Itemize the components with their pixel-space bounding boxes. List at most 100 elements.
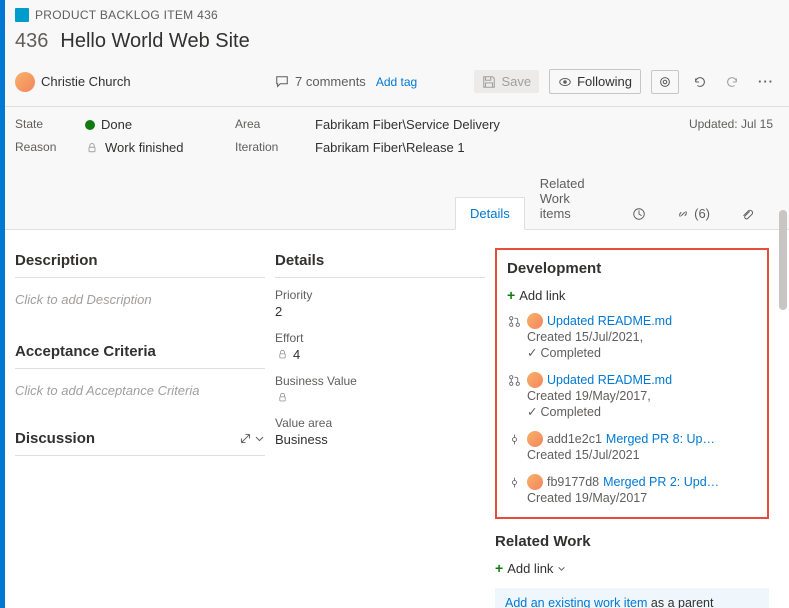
save-button: Save (474, 70, 539, 93)
work-item-type-label: PRODUCT BACKLOG ITEM 436 (35, 8, 218, 22)
expand-icon[interactable] (239, 432, 252, 445)
add-link-label: Add link (507, 561, 553, 576)
area-label: Area (235, 117, 295, 132)
state-picker[interactable]: Done (85, 117, 215, 132)
avatar (15, 72, 35, 92)
check-icon: ✓ (527, 404, 537, 419)
dev-item-title[interactable]: Updated README.md (547, 314, 672, 328)
related-add-link[interactable]: + Add link (495, 560, 769, 576)
ellipsis-icon: ··· (759, 75, 773, 89)
acceptance-heading: Acceptance Criteria (15, 339, 265, 369)
related-work-heading: Related Work (495, 533, 769, 550)
value-area-value[interactable]: Business (275, 430, 485, 453)
comment-icon (275, 75, 289, 89)
add-link-label: Add link (519, 288, 565, 303)
discussion-heading: Discussion (15, 430, 95, 447)
development-item[interactable]: Updated README.md Created 19/May/2017, ✓… (507, 372, 757, 419)
development-item[interactable]: add1e2c1 Merged PR 8: Up… Created 15/Jul… (507, 431, 757, 462)
add-parent-bar[interactable]: Add an existing work item as a parent (495, 588, 769, 608)
reason-picker[interactable]: Work finished (85, 140, 215, 155)
chevron-down-icon (557, 564, 566, 573)
tab-links[interactable]: (6) (661, 197, 725, 229)
work-item-title[interactable]: Hello World Web Site (60, 30, 249, 53)
reason-value: Work finished (105, 140, 184, 155)
save-label: Save (501, 74, 531, 89)
links-count: (6) (694, 206, 710, 221)
effort-value-text: 4 (293, 347, 300, 362)
refresh-icon (693, 75, 707, 89)
area-value[interactable]: Fabrikam Fiber\Service Delivery (315, 117, 669, 132)
revert-button[interactable] (721, 71, 743, 93)
history-icon (632, 207, 646, 221)
more-actions-button[interactable]: ··· (753, 71, 779, 93)
attachment-icon (740, 207, 754, 221)
assignee-name: Christie Church (41, 74, 131, 89)
add-tag-button[interactable]: Add tag (376, 75, 417, 89)
business-value-label: Business Value (275, 374, 485, 388)
dev-item-created: Created 15/Jul/2021, (527, 330, 757, 344)
dev-item-created: Created 15/Jul/2021 (527, 448, 757, 462)
plus-icon: + (507, 287, 515, 303)
tab-related[interactable]: Related Work items (525, 167, 617, 229)
dev-item-created: Created 19/May/2017 (527, 491, 757, 505)
priority-value[interactable]: 2 (275, 302, 485, 325)
scrollbar[interactable] (779, 210, 787, 310)
link-icon (676, 207, 690, 221)
settings-button[interactable] (651, 70, 679, 94)
lock-icon (275, 348, 289, 362)
description-heading: Description (15, 248, 265, 278)
details-heading: Details (275, 248, 485, 278)
lock-icon (85, 141, 99, 155)
development-item[interactable]: Updated README.md Created 15/Jul/2021, ✓… (507, 313, 757, 360)
commit-icon (508, 433, 521, 446)
dev-item-status: Completed (540, 405, 600, 419)
acceptance-placeholder[interactable]: Click to add Acceptance Criteria (15, 379, 265, 402)
undo-icon (725, 75, 739, 89)
refresh-button[interactable] (689, 71, 711, 93)
description-placeholder[interactable]: Click to add Description (15, 288, 265, 311)
value-area-label: Value area (275, 416, 485, 430)
save-icon (482, 75, 496, 89)
pull-request-icon (508, 374, 521, 387)
development-add-link[interactable]: + Add link (507, 287, 757, 303)
effort-label: Effort (275, 331, 485, 345)
commit-hash: fb9177d8 (547, 475, 599, 489)
work-item-type-icon (15, 8, 29, 22)
business-value-value[interactable] (275, 388, 485, 410)
dev-item-title[interactable]: Merged PR 8: Up… (606, 432, 715, 446)
avatar (527, 431, 543, 447)
add-parent-link[interactable]: Add an existing work item (505, 596, 647, 608)
avatar (527, 372, 543, 388)
priority-label: Priority (275, 288, 485, 302)
follow-button[interactable]: Following (549, 69, 641, 94)
reason-label: Reason (15, 140, 65, 155)
work-item-number: 436 (15, 30, 48, 53)
chevron-down-icon[interactable] (254, 433, 265, 444)
comments-count: 7 comments (295, 74, 366, 89)
tab-attachments[interactable] (725, 198, 769, 229)
follow-label: Following (577, 74, 632, 89)
commit-icon (508, 476, 521, 489)
iteration-value[interactable]: Fabrikam Fiber\Release 1 (315, 140, 779, 155)
development-section-highlight: Development + Add link Updated README.md… (495, 248, 769, 519)
tab-related-label: Related Work items (540, 176, 602, 221)
comments-button[interactable]: 7 comments (275, 74, 366, 89)
pull-request-icon (508, 315, 521, 328)
effort-value[interactable]: 4 (275, 345, 485, 368)
eye-icon (558, 75, 572, 89)
avatar (527, 474, 543, 490)
state-dot-icon (85, 120, 95, 130)
check-icon: ✓ (527, 345, 537, 360)
dev-item-title[interactable]: Merged PR 2: Upd… (603, 475, 719, 489)
state-value: Done (101, 117, 132, 132)
iteration-label: Iteration (235, 140, 295, 155)
tab-details-label: Details (470, 206, 510, 221)
dev-item-status: Completed (540, 346, 600, 360)
tab-details[interactable]: Details (455, 197, 525, 230)
tab-history[interactable] (617, 198, 661, 229)
plus-icon: + (495, 560, 503, 576)
development-heading: Development (507, 260, 757, 277)
development-item[interactable]: fb9177d8 Merged PR 2: Upd… Created 19/Ma… (507, 474, 757, 505)
dev-item-title[interactable]: Updated README.md (547, 373, 672, 387)
assignee-picker[interactable]: Christie Church (15, 72, 195, 92)
